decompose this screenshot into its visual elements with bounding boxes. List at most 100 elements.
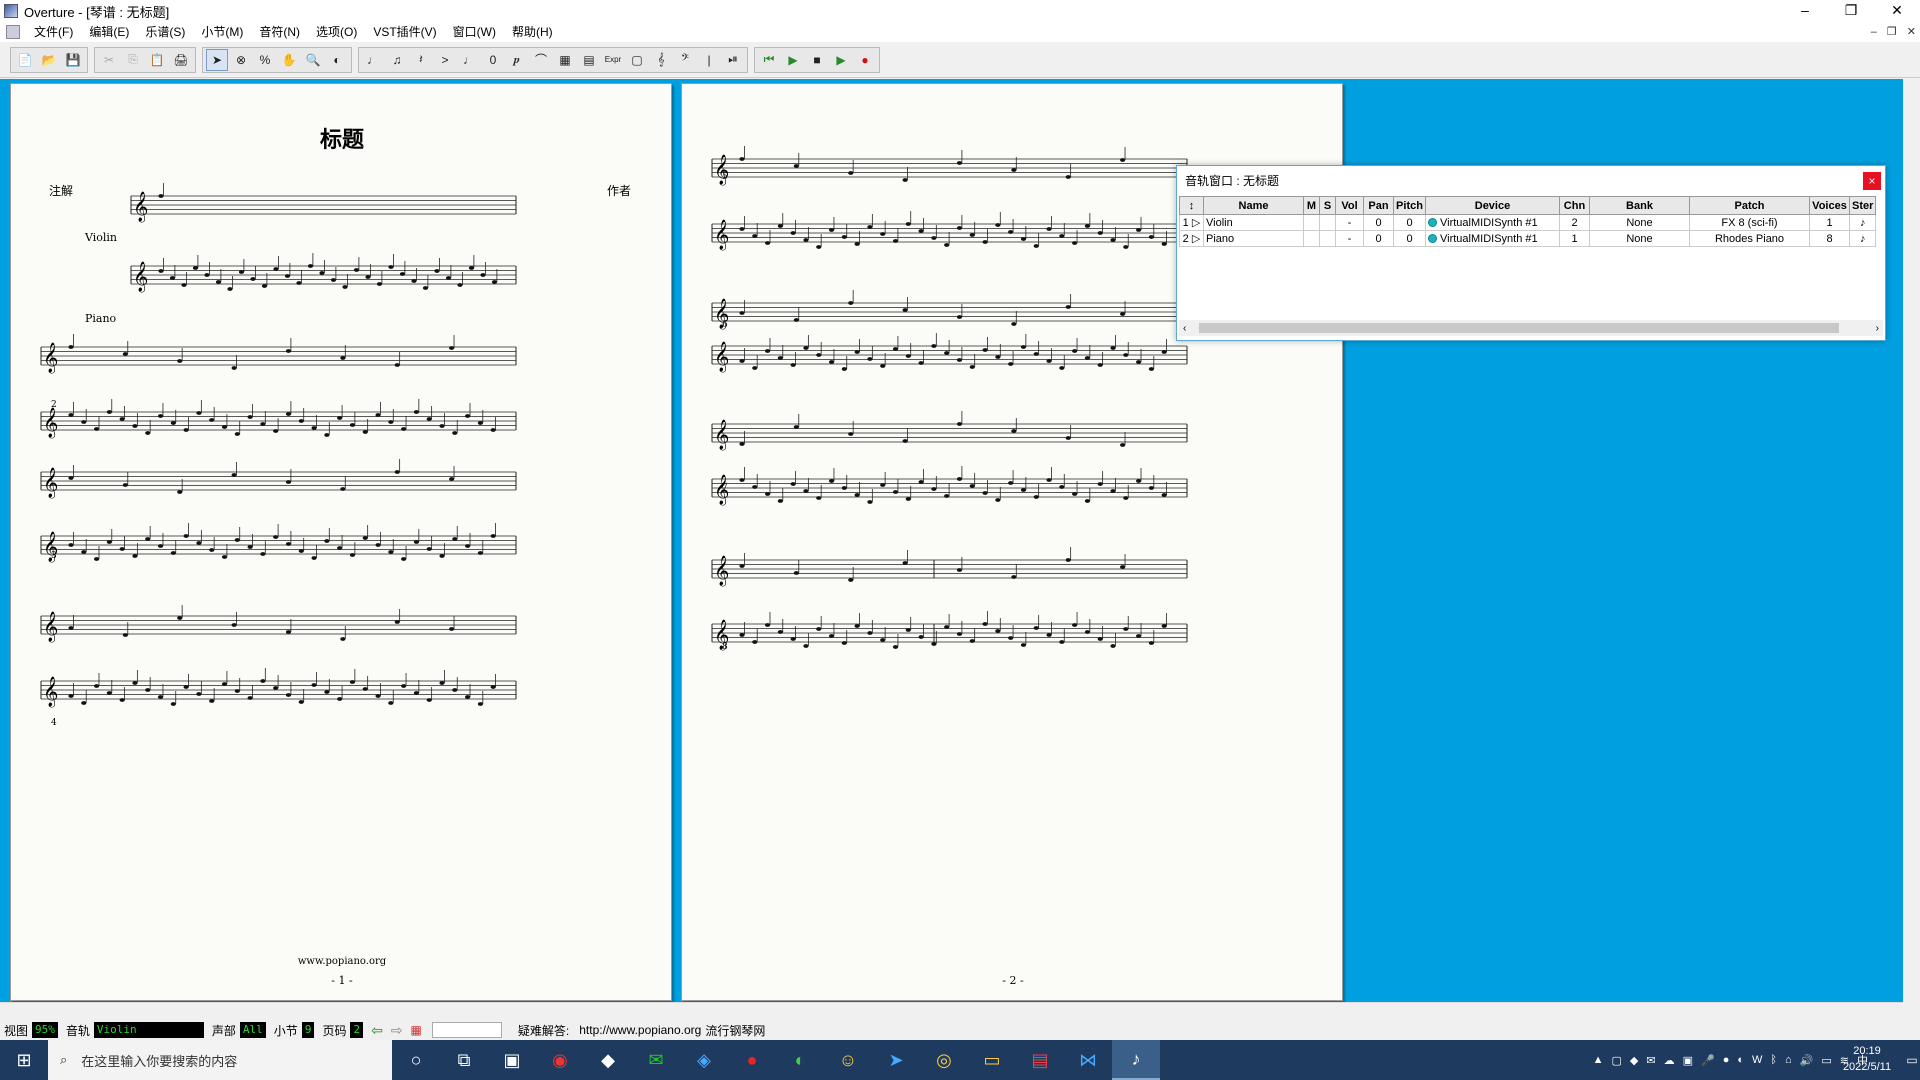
volume-icon[interactable]: 🔊 bbox=[1800, 1054, 1814, 1067]
paste-icon[interactable]: 📋 bbox=[146, 49, 168, 71]
track-row-piano[interactable]: 2 ▷ Piano - 0 0 VirtualMIDISynth #1 1 No… bbox=[1179, 230, 1877, 247]
netease-music-icon[interactable]: ◉ bbox=[536, 1040, 584, 1080]
chrome-icon[interactable]: ◎ bbox=[920, 1040, 968, 1080]
pitch-cell[interactable]: 0 bbox=[1393, 230, 1426, 247]
column-header[interactable]: Pan bbox=[1363, 196, 1394, 215]
channel-cell[interactable]: 1 bbox=[1559, 230, 1590, 247]
device-cell[interactable]: VirtualMIDISynth #1 bbox=[1425, 230, 1560, 247]
column-header[interactable]: Name bbox=[1203, 196, 1304, 215]
measure-field[interactable]: 9 bbox=[301, 1022, 315, 1038]
expand-arrow-icon[interactable]: ▷ bbox=[1192, 217, 1200, 229]
page-field[interactable]: 2 bbox=[350, 1022, 364, 1038]
score-page-1[interactable]: 标题 注解 作者 Violin Piano 2 3 4 𝄞 𝄞 𝄞 𝄞 𝄞 𝄞 𝄞 𝄞 www… bbox=[10, 83, 672, 1001]
piano-roll-icon[interactable]: ▦ bbox=[554, 49, 576, 71]
track-name[interactable]: Piano bbox=[1203, 230, 1304, 247]
recorder-icon[interactable]: ● bbox=[728, 1040, 776, 1080]
fingering-icon[interactable]: 0 bbox=[482, 49, 504, 71]
document-icon[interactable] bbox=[6, 25, 20, 39]
mdi-minimize-button[interactable]: – bbox=[1871, 22, 1877, 42]
pan-cell[interactable]: 0 bbox=[1363, 214, 1394, 231]
quarter-note-icon[interactable]: ♩ bbox=[362, 49, 384, 71]
staff-icon[interactable]: ♪ bbox=[1848, 214, 1877, 231]
column-header[interactable]: Bank bbox=[1589, 196, 1690, 215]
bank-cell[interactable]: None bbox=[1589, 214, 1690, 231]
solo-toggle[interactable] bbox=[1319, 214, 1336, 231]
open-file-icon[interactable]: 📂 bbox=[38, 49, 60, 71]
vscode-icon[interactable]: ⋈ bbox=[1064, 1040, 1112, 1080]
app-icon[interactable]: ◆ bbox=[584, 1040, 632, 1080]
minimize-button[interactable]: – bbox=[1782, 0, 1828, 22]
patch-cell[interactable]: Rhodes Piano bbox=[1689, 230, 1810, 247]
dynamics-icon[interactable]: 𝆏 bbox=[506, 49, 528, 71]
horizontal-scrollbar[interactable] bbox=[0, 1002, 1903, 1018]
pan-cell[interactable]: 0 bbox=[1363, 230, 1394, 247]
track-window-hscroll[interactable]: ‹ › bbox=[1179, 320, 1883, 336]
tray-icon[interactable]: ◆ bbox=[1630, 1054, 1638, 1067]
scroll-right-icon[interactable]: › bbox=[1876, 323, 1879, 334]
stop-icon[interactable]: ■ bbox=[806, 49, 828, 71]
menu-vst[interactable]: VST插件(V) bbox=[365, 22, 444, 42]
mdi-close-button[interactable]: ✕ bbox=[1907, 22, 1916, 42]
menu-edit[interactable]: 编辑(E) bbox=[81, 22, 137, 42]
file-explorer-icon[interactable]: ▭ bbox=[968, 1040, 1016, 1080]
menu-file[interactable]: 文件(F) bbox=[26, 22, 81, 42]
menu-help[interactable]: 帮助(H) bbox=[504, 22, 561, 42]
menu-score[interactable]: 乐谱(S) bbox=[137, 22, 193, 42]
expand-arrow-icon[interactable]: ▷ bbox=[1192, 233, 1200, 245]
voices-cell[interactable]: 1 bbox=[1809, 214, 1850, 231]
overture-taskbar-icon[interactable]: ♪ bbox=[1112, 1040, 1160, 1080]
column-header[interactable]: Patch bbox=[1689, 196, 1810, 215]
channel-cell[interactable]: 2 bbox=[1559, 214, 1590, 231]
restore-button[interactable]: ❐ bbox=[1828, 0, 1874, 22]
prev-page-icon[interactable]: ⇦ bbox=[367, 1022, 387, 1039]
track-row-violin[interactable]: 1 ▷ Violin - 0 0 VirtualMIDISynth #1 2 N… bbox=[1179, 214, 1877, 231]
track-window-close-button[interactable]: × bbox=[1863, 172, 1881, 190]
staff-systems-page-1[interactable]: 𝄞 𝄞 𝄞 𝄞 𝄞 𝄞 𝄞 𝄞 bbox=[11, 84, 673, 1002]
telegram-icon[interactable]: ➤ bbox=[872, 1040, 920, 1080]
tray-icon[interactable]: ◐ bbox=[1737, 1054, 1744, 1066]
next-page-icon[interactable]: ⇨ bbox=[387, 1022, 407, 1039]
scroll-left-icon[interactable]: ‹ bbox=[1183, 323, 1186, 334]
cortana-icon[interactable]: ○ bbox=[392, 1040, 440, 1080]
menu-options[interactable]: 选项(O) bbox=[308, 22, 365, 42]
battery-icon[interactable]: ▭ bbox=[1821, 1054, 1831, 1067]
erase-icon[interactable]: ⊗ bbox=[230, 49, 252, 71]
scroll-thumb[interactable] bbox=[1199, 323, 1839, 333]
column-header[interactable]: Voices bbox=[1809, 196, 1850, 215]
print-icon[interactable]: 🖨 bbox=[170, 49, 192, 71]
clock[interactable]: 20:19 2022/5/11 bbox=[1832, 1043, 1902, 1075]
volume-cell[interactable]: - bbox=[1335, 214, 1364, 231]
voice-select[interactable]: All bbox=[239, 1022, 266, 1038]
solo-toggle[interactable] bbox=[1319, 230, 1336, 247]
tray-icon[interactable]: ▢ bbox=[1612, 1054, 1622, 1067]
accent-icon[interactable]: > bbox=[434, 49, 456, 71]
task-view-icon[interactable]: ⧉ bbox=[440, 1040, 488, 1080]
network-icon[interactable]: ⌂ bbox=[1785, 1054, 1792, 1066]
microphone-icon[interactable]: 🎤 bbox=[1701, 1054, 1715, 1067]
windows-start-icon[interactable]: ⊞ bbox=[0, 1040, 48, 1080]
voices-cell[interactable]: 8 bbox=[1809, 230, 1850, 247]
color-icon[interactable]: ◐ bbox=[326, 49, 348, 71]
box-icon[interactable]: ▢ bbox=[626, 49, 648, 71]
bluetooth-icon[interactable]: ᛒ bbox=[1770, 1054, 1777, 1066]
pitch-cell[interactable]: 0 bbox=[1393, 214, 1426, 231]
menu-window[interactable]: 窗口(W) bbox=[445, 22, 504, 42]
app-icon[interactable]: ☺ bbox=[824, 1040, 872, 1080]
app-icon[interactable]: ◐ bbox=[776, 1040, 824, 1080]
staff-icon[interactable]: ♪ bbox=[1848, 230, 1877, 247]
hand-icon[interactable]: ✋ bbox=[278, 49, 300, 71]
track-number[interactable]: 2 ▷ bbox=[1179, 230, 1204, 247]
column-header[interactable]: Device bbox=[1425, 196, 1560, 215]
score-workspace[interactable]: 标题 注解 作者 Violin Piano 2 3 4 𝄞 𝄞 𝄞 𝄞 𝄞 𝄞 𝄞 𝄞 www… bbox=[0, 79, 1920, 1002]
column-header[interactable]: Pitch bbox=[1393, 196, 1426, 215]
vertical-scrollbar[interactable] bbox=[1903, 79, 1920, 1002]
app-icon[interactable]: ◈ bbox=[680, 1040, 728, 1080]
app-launcher-icon[interactable]: ▣ bbox=[488, 1040, 536, 1080]
notification-icon[interactable]: ▭ bbox=[1904, 1040, 1920, 1080]
playback-mode-icon[interactable]: ⏯ bbox=[722, 49, 744, 71]
column-header[interactable]: Vol bbox=[1335, 196, 1364, 215]
mute-toggle[interactable] bbox=[1303, 230, 1320, 247]
percent-icon[interactable]: % bbox=[254, 49, 276, 71]
copy-icon[interactable]: ⎘ bbox=[122, 49, 144, 71]
expression-icon[interactable]: Expr bbox=[602, 49, 624, 71]
